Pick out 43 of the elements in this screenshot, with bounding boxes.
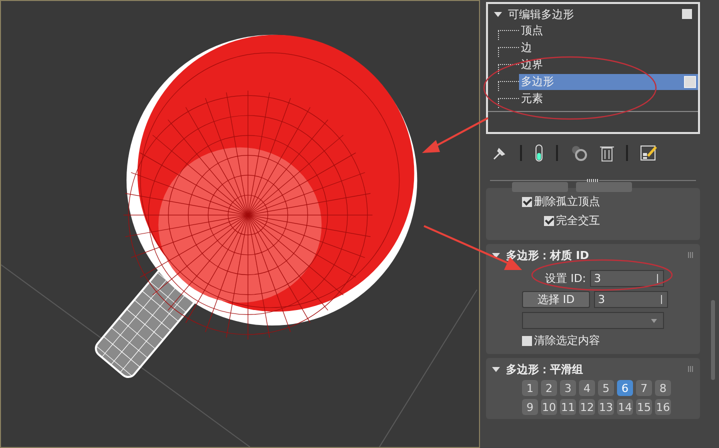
smoothing-group-button[interactable]: 15 bbox=[636, 399, 652, 415]
smoothing-group-button[interactable]: 13 bbox=[598, 399, 614, 415]
modifier-name[interactable]: 可编辑多边形 bbox=[508, 6, 676, 22]
light-square-icon bbox=[682, 9, 692, 19]
smoothing-group-button[interactable]: 9 bbox=[522, 399, 538, 415]
drag-grip-icon[interactable] bbox=[688, 252, 694, 258]
smoothing-group-button[interactable]: 4 bbox=[579, 380, 595, 396]
pin-icon[interactable] bbox=[492, 145, 508, 161]
smoothing-group-button[interactable]: 2 bbox=[541, 380, 557, 396]
smoothing-group-button[interactable]: 5 bbox=[598, 380, 614, 396]
smoothing-group-button[interactable]: 8 bbox=[655, 380, 671, 396]
linked-circles-icon[interactable] bbox=[570, 144, 588, 162]
smoothing-group-button[interactable]: 3 bbox=[560, 380, 576, 396]
smoothing-group-button[interactable]: 16 bbox=[655, 399, 671, 415]
sub-object-item[interactable]: 元素 bbox=[519, 90, 698, 106]
drag-grip-icon[interactable] bbox=[688, 366, 694, 372]
test-tube-icon[interactable] bbox=[534, 144, 544, 162]
scrollbar[interactable] bbox=[711, 300, 715, 380]
rollout-title[interactable]: 多边形：平滑组 bbox=[506, 362, 682, 376]
smoothing-group-button[interactable]: 14 bbox=[617, 399, 633, 415]
checkbox-label[interactable]: 清除选定内容 bbox=[534, 333, 600, 348]
select-id-button[interactable]: 选择 ID bbox=[522, 291, 590, 308]
set-id-label: 设置 ID: bbox=[544, 271, 586, 286]
drag-grip-icon[interactable] bbox=[587, 179, 599, 182]
smoothing-group-button[interactable]: 7 bbox=[636, 380, 652, 396]
checkbox[interactable] bbox=[522, 196, 532, 206]
set-id-spinner[interactable]: 3 bbox=[590, 270, 664, 287]
checkbox-label[interactable]: 删除孤立顶点 bbox=[534, 194, 600, 209]
configure-sets-icon[interactable] bbox=[640, 144, 658, 162]
smoothing-group-button[interactable]: 12 bbox=[579, 399, 595, 415]
checkbox-label[interactable]: 完全交互 bbox=[556, 213, 600, 228]
smoothing-group-button[interactable]: 10 bbox=[541, 399, 557, 415]
trash-icon[interactable] bbox=[600, 144, 614, 162]
checkbox[interactable] bbox=[544, 216, 554, 226]
smoothing-group-button[interactable]: 1 bbox=[522, 380, 538, 396]
sub-object-item[interactable]: 边 bbox=[519, 40, 698, 56]
smoothing-group-button[interactable]: 6 bbox=[617, 380, 633, 396]
checkbox[interactable] bbox=[522, 336, 532, 346]
annotation-arrow bbox=[422, 117, 488, 153]
smoothing-group-button[interactable]: 11 bbox=[560, 399, 576, 415]
select-id-spinner[interactable]: 3 bbox=[594, 291, 668, 308]
sub-object-item[interactable]: 多边形 bbox=[519, 74, 698, 90]
sub-object-item[interactable]: 顶点 bbox=[519, 22, 698, 38]
